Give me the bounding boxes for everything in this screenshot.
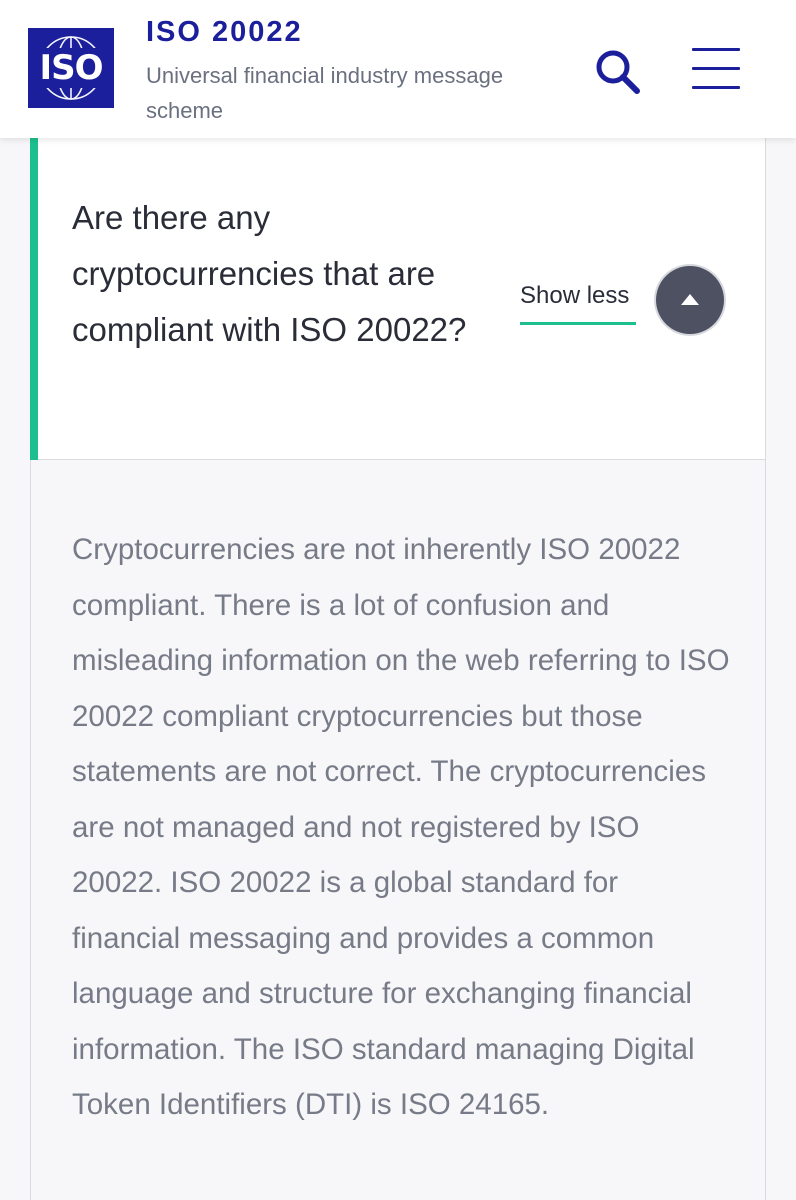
search-icon <box>596 50 640 94</box>
faq-question: Are there any cryptocurrencies that are … <box>72 199 467 348</box>
iso-logo[interactable]: ISO <box>28 28 114 108</box>
show-less-link[interactable]: Show less <box>520 282 629 310</box>
faq-answer: Cryptocurrencies are not inherently ISO … <box>72 533 730 1121</box>
menu-line-icon <box>692 67 740 70</box>
chevron-up-icon <box>681 294 699 305</box>
menu-line-icon <box>692 48 740 51</box>
menu-button[interactable] <box>690 46 742 92</box>
faq-answer-panel: Cryptocurrencies are not inherently ISO … <box>30 460 766 1200</box>
menu-line-icon <box>692 86 740 89</box>
logo-text: ISO <box>28 48 114 88</box>
show-less-underline <box>520 322 636 325</box>
collapse-button[interactable] <box>656 266 724 334</box>
search-button[interactable] <box>592 46 644 98</box>
site-subtitle: Universal financial industry message sch… <box>146 63 504 123</box>
site-title[interactable]: ISO 20022 <box>146 16 303 49</box>
faq-question-card: Are there any cryptocurrencies that are … <box>30 138 766 460</box>
site-header: ISO ISO 20022 Universal financial indust… <box>0 0 796 138</box>
accent-bar <box>30 138 38 460</box>
